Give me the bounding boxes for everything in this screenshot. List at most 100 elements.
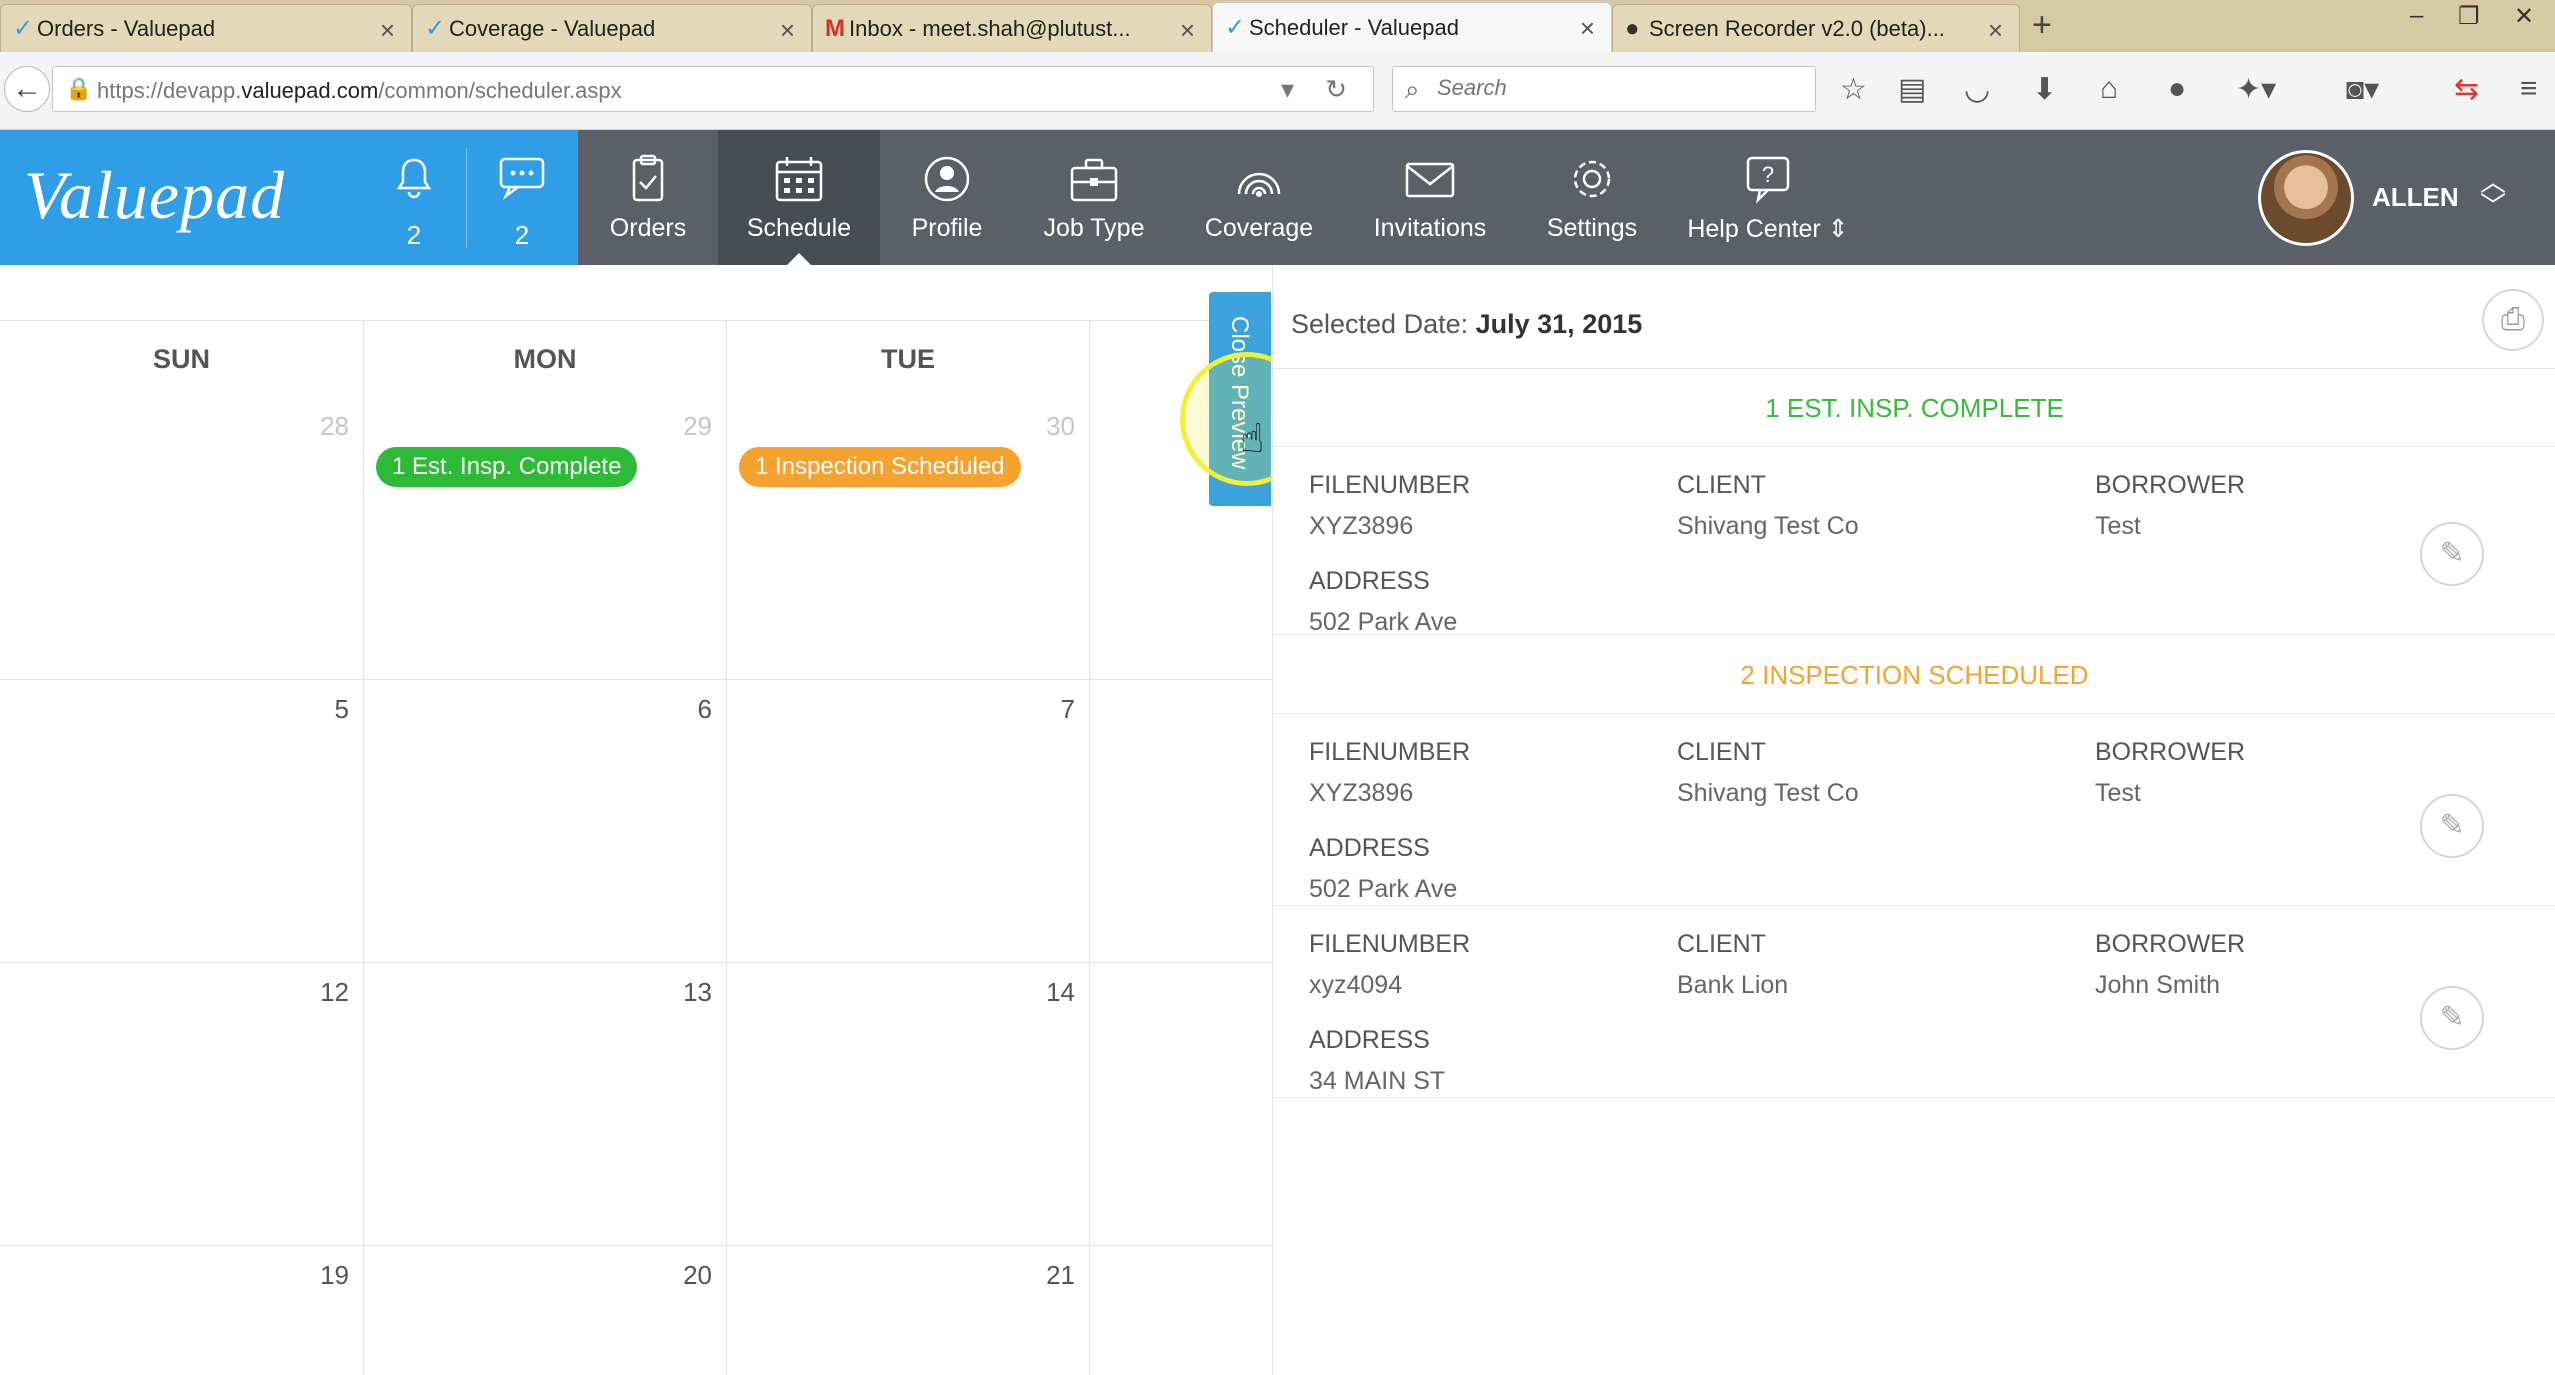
calendar-day-cell[interactable]: 21 <box>726 1246 1089 1375</box>
preview-header: Selected Date: July 31, 2015 ⎙ <box>1273 265 2555 369</box>
day-number: 19 <box>320 1260 349 1290</box>
camera-icon[interactable]: ◙▾ <box>2346 72 2379 107</box>
valuepad-favicon-icon: ✓ <box>1225 14 1246 41</box>
svg-text:?: ? <box>1762 162 1774 187</box>
browser-tab-active[interactable]: ✓ Scheduler - Valuepad × <box>1212 2 1612 52</box>
address-bar[interactable]: 🔒 https://devapp.valuepad.com/common/sch… <box>52 66 1374 112</box>
search-input[interactable] <box>1437 75 1797 101</box>
close-tab-icon[interactable]: × <box>380 15 395 46</box>
nav-settings[interactable]: Settings <box>1516 130 1668 265</box>
calendar-day-cell[interactable]: 7 <box>726 680 1089 963</box>
close-window-icon[interactable]: ✕ <box>2514 2 2534 31</box>
calendar-day-cell[interactable]: 5 <box>0 680 363 963</box>
edit-pencil-icon[interactable]: ✎ <box>2420 986 2484 1050</box>
pocket-icon[interactable]: ◡ <box>1964 72 1990 107</box>
day-number: 7 <box>1060 694 1075 724</box>
calendar-day-cell[interactable]: 19 <box>0 1246 363 1375</box>
nav-schedule[interactable]: Schedule <box>718 130 880 265</box>
chat-icon[interactable]: ● <box>2168 72 2186 106</box>
nav-label: Job Type <box>1043 214 1145 242</box>
day-header-sun: SUN <box>152 344 210 374</box>
calendar-day-cell[interactable]: 29 1 Est. Insp. Complete <box>363 397 726 680</box>
bookmark-star-icon[interactable]: ☆ <box>1840 72 1867 107</box>
chevron-updown-icon: ⇕ <box>1827 215 1849 243</box>
calendar-day-cell[interactable]: 12 <box>0 963 363 1246</box>
day-number: 5 <box>334 694 349 724</box>
day-number: 29 <box>683 411 712 441</box>
close-tab-icon[interactable]: × <box>1580 13 1595 44</box>
help-icon: ? <box>1740 154 1796 204</box>
event-est-insp-complete[interactable]: 1 Est. Insp. Complete <box>376 447 638 487</box>
hand-cursor-icon: ☝ <box>1240 417 1265 461</box>
field-filenumber: FILENUMBER xyz4094 <box>1309 930 1471 999</box>
borrower-value: Test <box>2095 512 2141 540</box>
section-inspection-scheduled: 2 INSPECTION SCHEDULED <box>1273 636 2555 714</box>
nav-label: Schedule <box>746 214 852 242</box>
reload-icon[interactable]: ▾ ↻ <box>1281 74 1359 105</box>
extension-icon[interactable]: ✦▾ <box>2236 72 2276 107</box>
calendar-day-cell[interactable]: 30 1 Inspection Scheduled <box>726 397 1089 680</box>
day-header-mon: MON <box>363 321 726 397</box>
field-filenumber: FILENUMBER XYZ3896 <box>1309 738 1471 807</box>
day-number: 21 <box>1046 1260 1075 1290</box>
calendar-day-cell[interactable]: 6 <box>363 680 726 963</box>
browser-tab[interactable]: M Inbox - meet.shah@plutust... × <box>812 4 1212 52</box>
close-tab-icon[interactable]: × <box>1988 15 2003 46</box>
filenumber-value: XYZ3896 <box>1309 512 1414 540</box>
browser-tab-strip: ✓ Orders - Valuepad × ✓ Coverage - Value… <box>0 0 2555 52</box>
address-value: 502 Park Ave <box>1309 875 1458 903</box>
nav-coverage[interactable]: Coverage <box>1174 130 1344 265</box>
home-icon[interactable]: ⌂ <box>2100 72 2118 106</box>
nav-invitations[interactable]: Invitations <box>1344 130 1516 265</box>
valuepad-favicon-icon: ✓ <box>425 15 446 42</box>
restore-icon[interactable]: ❐ <box>2458 2 2480 31</box>
field-filenumber: FILENUMBER XYZ3896 <box>1309 471 1471 540</box>
calendar-day-cell[interactable] <box>1089 680 1272 963</box>
notifications-button[interactable]: 2 <box>364 148 464 250</box>
close-tab-icon[interactable]: × <box>780 15 795 46</box>
close-tab-icon[interactable]: × <box>1180 15 1195 46</box>
notifications-count: 2 <box>406 220 422 250</box>
edit-pencil-icon[interactable]: ✎ <box>2420 794 2484 858</box>
nav-label: Orders <box>609 214 687 242</box>
back-icon[interactable]: ← <box>4 66 50 112</box>
field-address: ADDRESS 502 Park Ave <box>1309 567 1458 636</box>
print-icon[interactable]: ⎙ <box>2482 289 2544 351</box>
download-icon[interactable]: ⬇ <box>2032 72 2057 107</box>
calendar-day-cell[interactable]: 20 <box>363 1246 726 1375</box>
order-record: FILENUMBER XYZ3896 CLIENT Shivang Test C… <box>1273 714 2555 906</box>
new-tab-icon[interactable]: + <box>2032 6 2052 45</box>
nav-job-type[interactable]: Job Type <box>1014 130 1174 265</box>
nav-help-center[interactable]: ? Help Center ⇕ <box>1668 130 1868 265</box>
calendar-day-cell[interactable] <box>1089 963 1272 1246</box>
calendar-icon <box>771 154 827 204</box>
tab-title: Coverage - Valuepad <box>449 15 656 41</box>
browser-tab[interactable]: ✓ Orders - Valuepad × <box>0 4 412 52</box>
nav-orders[interactable]: Orders <box>578 130 718 265</box>
reading-list-icon[interactable]: ▤ <box>1898 72 1926 107</box>
messages-button[interactable]: 2 <box>472 148 572 250</box>
minimize-icon[interactable]: – <box>2410 2 2423 30</box>
event-inspection-scheduled[interactable]: 1 Inspection Scheduled <box>739 447 1021 487</box>
filenumber-value: XYZ3896 <box>1309 779 1414 807</box>
nav-profile[interactable]: Profile <box>880 130 1014 265</box>
browser-search-bar[interactable]: ⌕ <box>1392 66 1816 112</box>
calendar-day-cell[interactable]: 28 <box>0 397 363 680</box>
browser-tab[interactable]: ● Screen Recorder v2.0 (beta)... × <box>1612 4 2020 52</box>
menu-icon[interactable]: ≡ <box>2520 72 2538 106</box>
field-address: ADDRESS 34 MAIN ST <box>1309 1026 1446 1095</box>
browser-tab[interactable]: ✓ Coverage - Valuepad × <box>412 4 812 52</box>
sync-arrows-icon[interactable]: ⇆ <box>2454 72 2479 107</box>
calendar-day-cell[interactable]: 13 <box>363 963 726 1246</box>
day-number: 6 <box>697 694 712 724</box>
user-menu[interactable]: ALLEN ︿ ﹀ <box>2250 150 2550 246</box>
edit-pencil-icon[interactable]: ✎ <box>2420 522 2484 586</box>
briefcase-icon <box>1066 154 1122 204</box>
valuepad-logo[interactable]: Valuepad <box>24 156 285 235</box>
day-number: 28 <box>320 411 349 441</box>
client-value: Bank Lion <box>1677 971 1789 999</box>
calendar-day-cell[interactable] <box>1089 1246 1272 1375</box>
field-client: CLIENT Shivang Test Co <box>1677 471 1859 540</box>
calendar-day-cell[interactable]: 14 <box>726 963 1089 1246</box>
recorder-favicon-icon: ● <box>1625 14 1640 42</box>
